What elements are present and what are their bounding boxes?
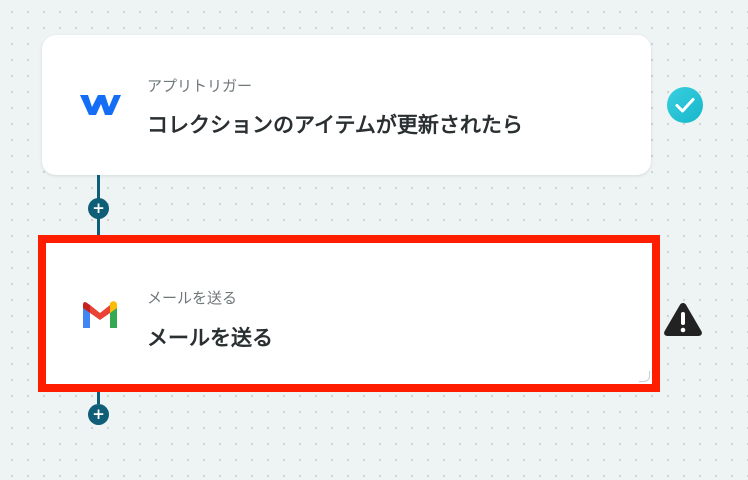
card-corner xyxy=(639,371,650,382)
trigger-step-title: コレクションのアイテムが更新されたら xyxy=(147,113,523,137)
trigger-step-card[interactable]: アプリトリガー コレクションのアイテムが更新されたら xyxy=(42,35,651,175)
trigger-step-subtitle: アプリトリガー xyxy=(147,77,253,95)
add-step-button[interactable]: + xyxy=(88,404,109,425)
gmail-icon xyxy=(78,294,122,338)
plus-icon: + xyxy=(92,405,105,423)
action-step-subtitle: メールを送る xyxy=(147,289,238,307)
check-icon xyxy=(666,86,704,124)
plus-icon: + xyxy=(92,199,105,217)
webflow-icon xyxy=(78,83,122,127)
warning-icon xyxy=(662,300,704,338)
action-step-card[interactable]: メールを送る メールを送る xyxy=(46,243,652,384)
action-step-title: メールを送る xyxy=(147,326,273,350)
add-step-button[interactable]: + xyxy=(88,198,109,219)
action-step-highlight: メールを送る メールを送る xyxy=(38,235,660,392)
connector-line xyxy=(97,392,100,404)
